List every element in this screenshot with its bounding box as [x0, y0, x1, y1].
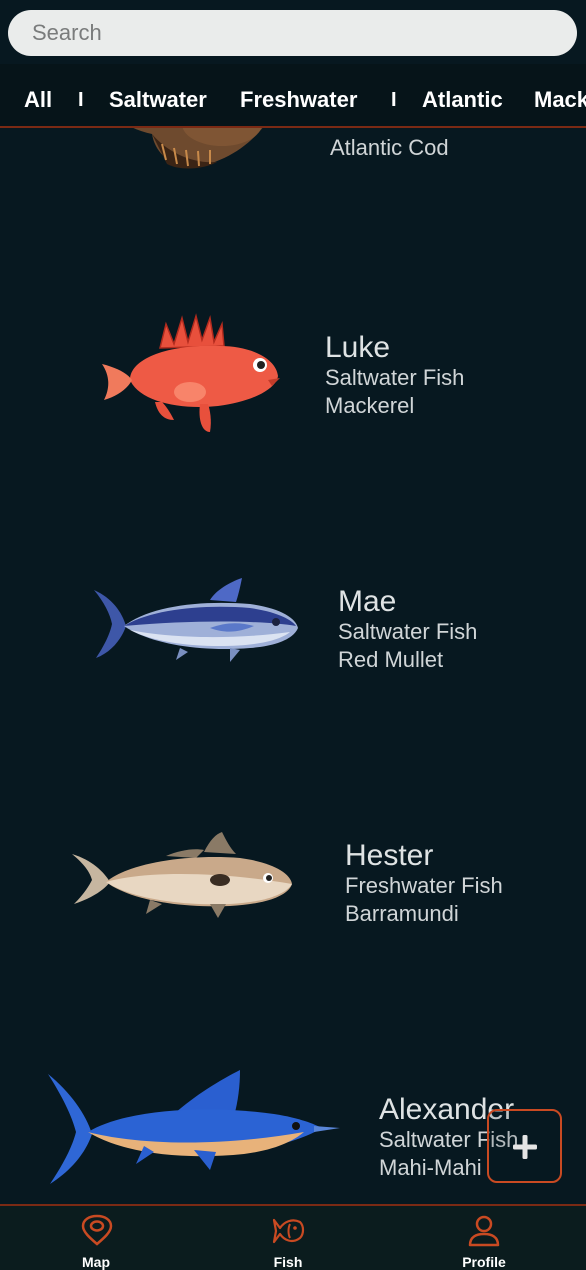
fish-name: Mae [338, 585, 397, 618]
fish-list[interactable]: Saltwater Fish Atlantic Cod Luke Saltwat… [0, 64, 586, 1204]
search-input[interactable] [8, 10, 577, 56]
nav-profile[interactable]: Profile [424, 1206, 544, 1270]
plus-icon [513, 1135, 537, 1159]
fish-name: Luke [325, 331, 391, 364]
marlin-fish-icon [48, 1070, 340, 1184]
fish-type: Saltwater Fish [325, 365, 465, 390]
filter-separator: I [78, 89, 84, 111]
fish-type: Saltwater Fish [338, 619, 478, 644]
add-fish-button[interactable] [487, 1109, 562, 1183]
fish-info: Mae Saltwater Fish Red Mullet [338, 586, 477, 674]
fish-species: Barramundi [345, 901, 459, 926]
profile-icon [468, 1215, 500, 1247]
list-item[interactable]: Mae Saltwater Fish Red Mullet [0, 558, 586, 808]
map-pin-icon [81, 1214, 113, 1246]
nav-map[interactable]: Map [36, 1206, 156, 1270]
red-scorpionfish-icon [102, 313, 280, 432]
fish-species: Atlantic Cod [330, 135, 449, 160]
bottom-nav: Map Fish Profile [0, 1204, 586, 1270]
nav-fish[interactable]: Fish [228, 1206, 348, 1270]
filter-bar: All I Saltwater Freshwater I Atlantic Ma… [0, 64, 586, 128]
list-item[interactable]: Luke Saltwater Fish Mackerel [0, 304, 586, 554]
fish-species: Mackerel [325, 393, 415, 418]
filter-atlantic[interactable]: Atlantic [422, 88, 503, 112]
fish-info: Hester Freshwater Fish Barramundi [345, 840, 503, 928]
fish-info: Luke Saltwater Fish Mackerel [325, 332, 464, 420]
fish-name: Hester [345, 839, 434, 872]
filter-all[interactable]: All [24, 88, 52, 112]
list-item[interactable]: Hester Freshwater Fish Barramundi [0, 812, 586, 1062]
filter-separator: I [391, 89, 397, 111]
fish-species: Red Mullet [338, 647, 444, 672]
fish-type: Freshwater Fish [345, 873, 503, 898]
filter-mackerel[interactable]: Mackerel [534, 88, 586, 112]
tuna-fish-icon [94, 578, 298, 662]
haddock-fish-icon [72, 832, 292, 918]
filter-freshwater[interactable]: Freshwater [240, 88, 357, 112]
top-bar [0, 0, 586, 64]
filter-saltwater[interactable]: Saltwater [109, 88, 207, 112]
fish-icon [272, 1218, 305, 1244]
